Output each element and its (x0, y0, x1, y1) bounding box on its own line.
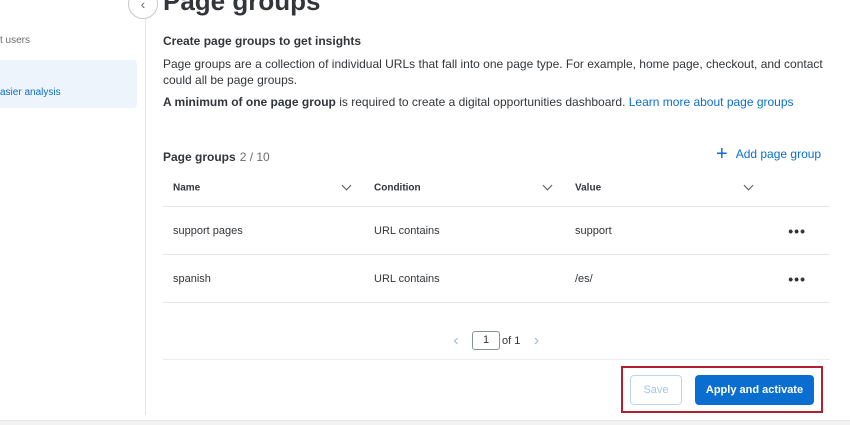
row-name: support pages (173, 224, 243, 237)
column-header-value[interactable]: Value (575, 183, 601, 194)
sidebar-item-label: asier analysis (0, 87, 61, 98)
requirement-bold: A minimum of one page group (163, 95, 336, 109)
page-input[interactable]: 1 (472, 331, 500, 350)
chevron-down-icon[interactable] (542, 180, 553, 191)
apply-and-activate-button[interactable]: Apply and activate (695, 375, 814, 405)
sidebar-item-users[interactable]: t users (0, 35, 30, 46)
plus-icon: + (716, 143, 728, 165)
requirement-text: A minimum of one page group is required … (163, 95, 794, 109)
bottom-bar (0, 420, 850, 425)
page-total: of 1 (502, 334, 521, 347)
sidebar-divider (145, 0, 146, 415)
learn-more-link[interactable]: Learn more about page groups (629, 95, 794, 109)
chevron-left-icon: ‹ (140, 0, 146, 12)
save-button[interactable]: Save (630, 375, 682, 405)
page-groups-label: Page groups 2 / 10 (163, 150, 270, 164)
intro-heading: Create page groups to get insights (163, 34, 362, 48)
row-value: support (575, 224, 612, 237)
row-name: spanish (173, 272, 211, 285)
table-header: Name Condition Value (163, 170, 830, 207)
row-condition: URL contains (374, 272, 440, 285)
prev-page-icon[interactable]: ‹ (446, 332, 466, 350)
more-options-icon[interactable]: ••• (788, 223, 806, 239)
more-options-icon[interactable]: ••• (788, 271, 806, 287)
next-page-icon[interactable]: › (526, 332, 546, 350)
page-groups-table: Name Condition Value support pages URL c… (163, 170, 830, 303)
pagination: ‹ 1 of 1 › (446, 331, 546, 350)
chevron-down-icon[interactable] (341, 180, 352, 191)
column-header-condition[interactable]: Condition (374, 183, 421, 194)
row-condition: URL contains (374, 224, 440, 237)
page-groups-count: 2 / 10 (239, 150, 270, 164)
requirement-rest: is required to create a digital opportun… (335, 95, 629, 109)
divider (163, 359, 830, 360)
intro-description: Page groups are a collection of individu… (163, 57, 823, 87)
column-header-name[interactable]: Name (173, 183, 200, 194)
add-page-group-label: Add page group (735, 147, 822, 161)
page-groups-title: Page groups (163, 150, 236, 164)
page-title: Page groups (163, 0, 321, 16)
table-row: spanish URL contains /es/ ••• (163, 255, 830, 303)
collapse-sidebar-button[interactable]: ‹ (128, 0, 158, 19)
chevron-down-icon[interactable] (743, 180, 754, 191)
sidebar-item-active[interactable]: asier analysis (0, 60, 137, 108)
add-page-group-button[interactable]: + Add page group (716, 143, 822, 165)
row-value: /es/ (575, 272, 593, 285)
table-row: support pages URL contains support ••• (163, 207, 830, 255)
